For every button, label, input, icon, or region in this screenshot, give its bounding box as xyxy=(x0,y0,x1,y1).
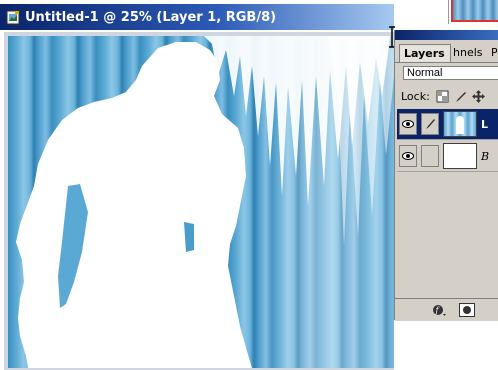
layer-name[interactable]: B xyxy=(481,150,489,163)
palette-tabs: Layers hnels P xyxy=(395,40,498,63)
white-silhouette xyxy=(16,36,394,368)
lock-transparent-pixels-icon[interactable] xyxy=(436,90,449,103)
palette-titlebar[interactable] xyxy=(395,30,498,40)
layers-list: L B xyxy=(397,109,498,173)
layer-row-layer1[interactable]: L xyxy=(397,109,498,140)
move-arrows-icon[interactable] xyxy=(471,89,485,103)
image-canvas[interactable] xyxy=(8,36,394,368)
document-title: Untitled-1 @ 25% (Layer 1, RGB/8) xyxy=(25,9,277,25)
thumbnail-image xyxy=(451,0,498,22)
blend-mode-select[interactable]: Normal xyxy=(403,66,498,80)
document-window: Untitled-1 @ 25% (Layer 1, RGB/8) xyxy=(0,0,394,370)
layer-thumbnail xyxy=(443,143,477,169)
link-slot[interactable] xyxy=(421,145,439,167)
eye-icon[interactable] xyxy=(399,145,417,167)
palette-footer: f xyxy=(395,298,498,321)
brush-icon[interactable] xyxy=(454,90,467,103)
tab-channels[interactable]: hnels xyxy=(449,44,487,62)
photoshop-document-icon xyxy=(6,10,21,25)
layer-name[interactable]: L xyxy=(481,118,488,131)
tab-layers[interactable]: Layers xyxy=(399,44,451,62)
eye-icon[interactable] xyxy=(399,113,417,135)
navigator-thumbnail xyxy=(448,0,498,24)
layer-style-icon[interactable]: f xyxy=(429,302,449,318)
lock-label: Lock: xyxy=(401,89,430,103)
layers-empty-area xyxy=(397,174,498,296)
layer-mask-icon[interactable] xyxy=(459,303,475,317)
document-titlebar[interactable]: Untitled-1 @ 25% (Layer 1, RGB/8) xyxy=(0,4,394,30)
tab-paths[interactable]: P xyxy=(487,44,498,62)
brush-icon[interactable] xyxy=(421,113,439,135)
layer-thumbnail xyxy=(443,111,477,137)
lock-row: Lock: xyxy=(401,87,490,105)
canvas-frame xyxy=(4,32,394,370)
layer-row-background[interactable]: B xyxy=(397,141,498,172)
layers-palette: Layers hnels P Normal Lock: L B f xyxy=(394,30,498,321)
